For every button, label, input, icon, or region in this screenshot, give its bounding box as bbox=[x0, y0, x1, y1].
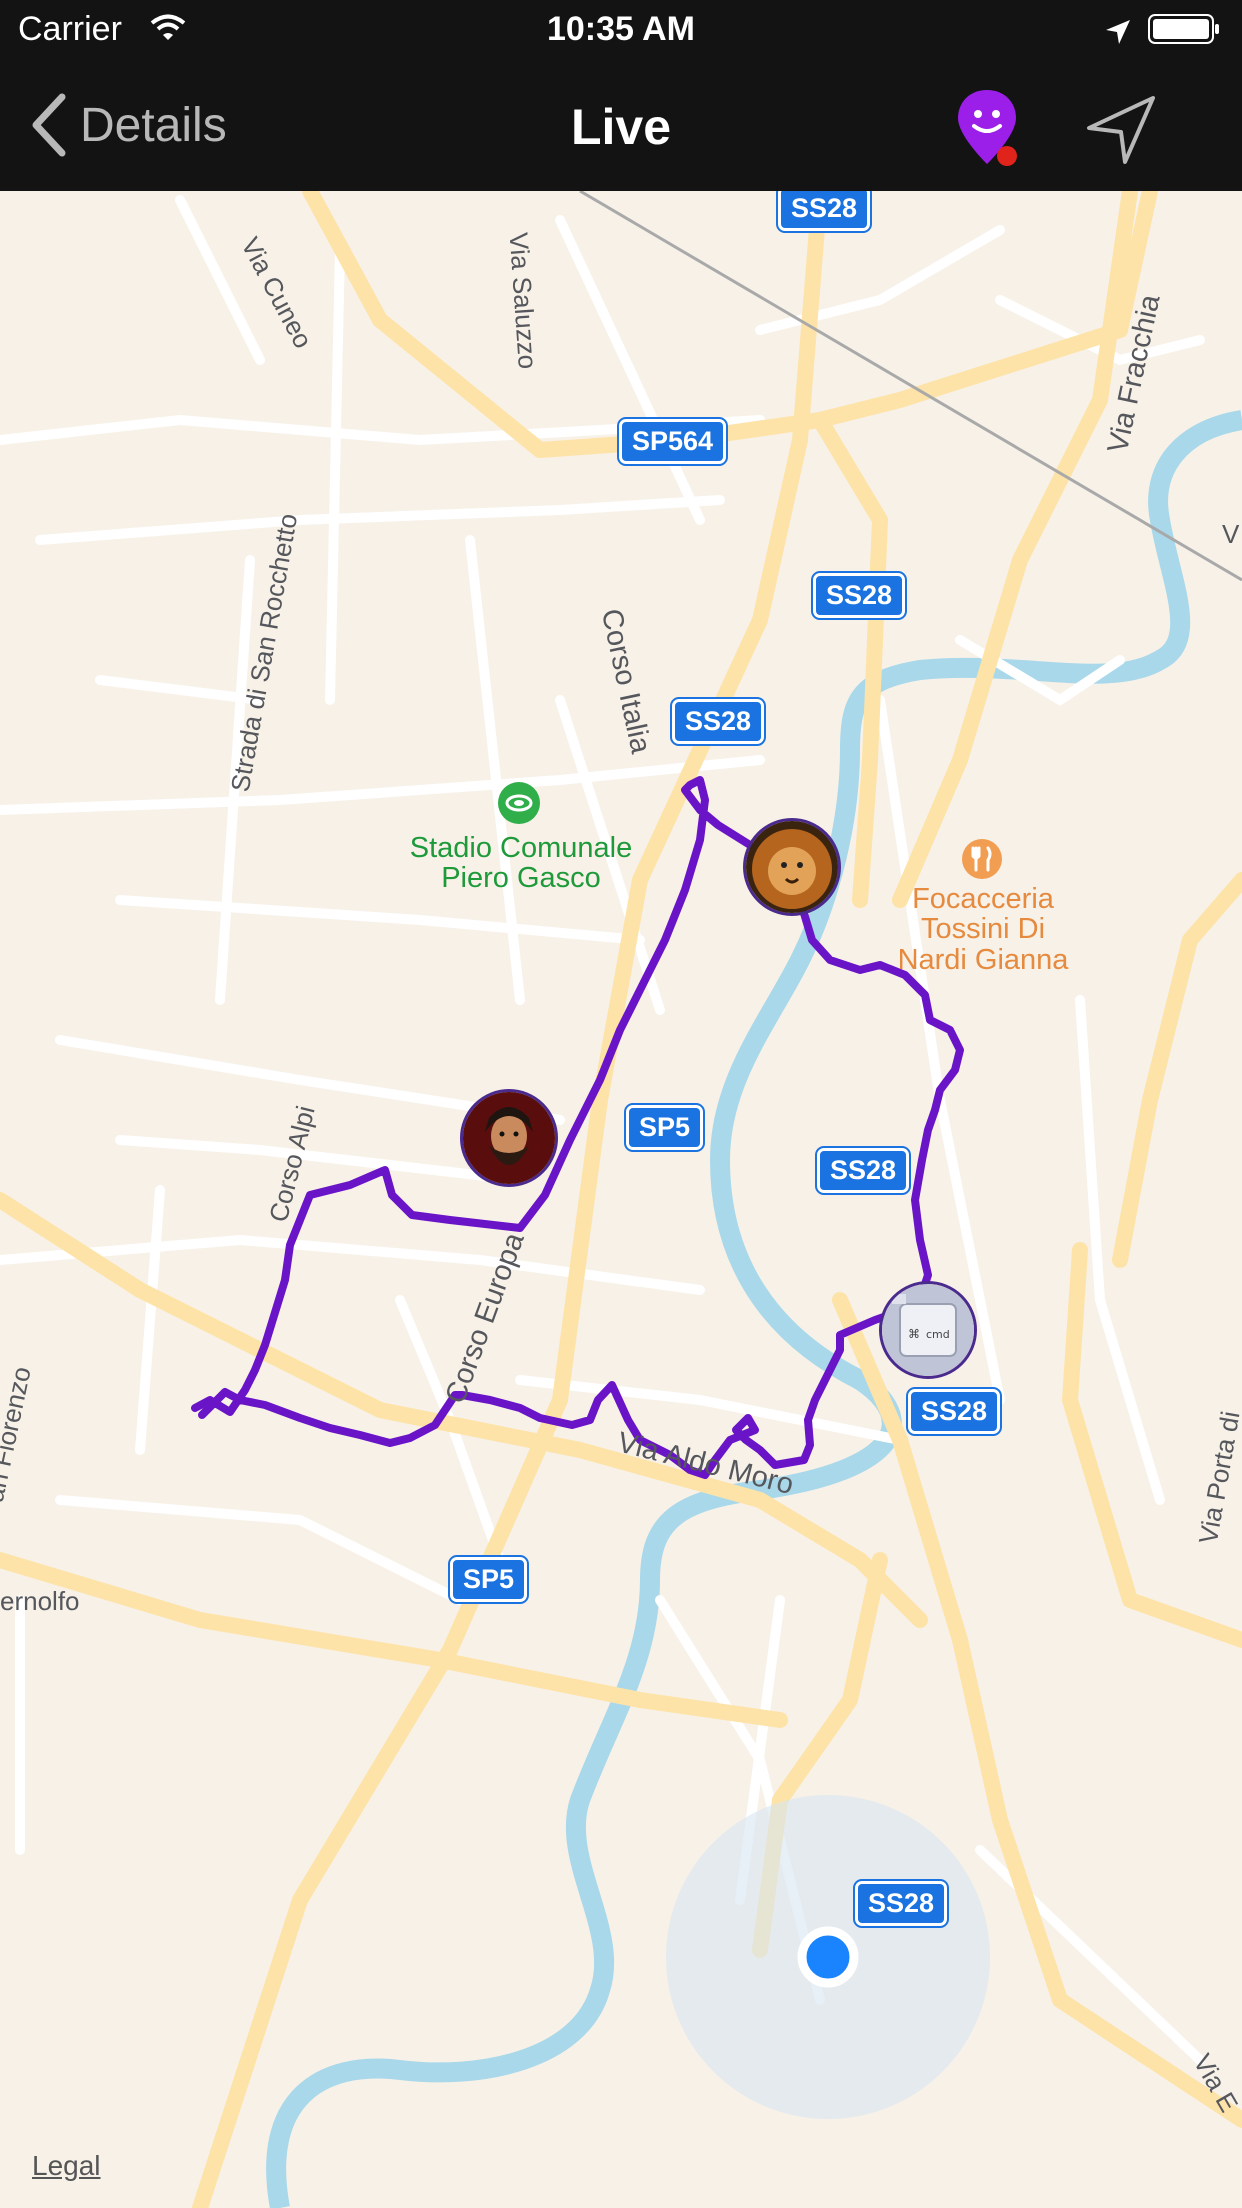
road-shield: SS28 bbox=[669, 697, 767, 746]
map-canvas[interactable] bbox=[0, 191, 1242, 2208]
navigation-bar: Details Live bbox=[0, 60, 1242, 191]
friend-avatar-lion[interactable] bbox=[743, 818, 841, 916]
clock: 10:35 AM bbox=[546, 10, 696, 48]
svg-text:cmd: cmd bbox=[926, 1328, 950, 1341]
road-shield: SP564 bbox=[616, 417, 729, 466]
road-shield: SP5 bbox=[447, 1555, 530, 1604]
smiley-map-pin-icon[interactable] bbox=[955, 88, 1025, 173]
poi-restaurant-label[interactable]: Focacceria Tossini Di Nardi Gianna bbox=[868, 884, 1098, 975]
road-shield: SS28 bbox=[810, 571, 908, 620]
location-services-icon bbox=[1104, 16, 1132, 55]
legal-link[interactable]: Legal bbox=[32, 2150, 101, 2182]
road-shield: SS28 bbox=[905, 1387, 1003, 1436]
friend-avatar-bearded-man[interactable] bbox=[460, 1089, 558, 1187]
road-shield: SS28 bbox=[852, 1879, 950, 1928]
road-shield: SP5 bbox=[623, 1103, 706, 1152]
user-location-dot bbox=[797, 1926, 859, 1988]
friend-avatar-keyboard[interactable]: ⌘ cmd bbox=[879, 1281, 977, 1379]
battery-icon bbox=[1148, 14, 1220, 53]
restaurant-icon[interactable] bbox=[962, 839, 1002, 879]
road-label: V bbox=[1222, 519, 1240, 549]
road-shield: SS28 bbox=[775, 191, 873, 233]
road-label: ernolfo bbox=[0, 1586, 80, 1616]
stadium-icon[interactable] bbox=[498, 782, 540, 824]
status-bar: Carrier 10:35 AM bbox=[0, 0, 1242, 60]
map-view[interactable]: SS28 SP564 SS28 SS28 SP5 SS28 SS28 SP5 S… bbox=[0, 191, 1242, 2208]
page-title: Live bbox=[570, 99, 672, 155]
poi-stadium-label[interactable]: Stadio Comunale Piero Gasco bbox=[386, 833, 656, 894]
road-shield: SS28 bbox=[814, 1146, 912, 1195]
navigation-arrow-icon[interactable] bbox=[1085, 94, 1157, 171]
svg-text:⌘: ⌘ bbox=[908, 1327, 920, 1341]
